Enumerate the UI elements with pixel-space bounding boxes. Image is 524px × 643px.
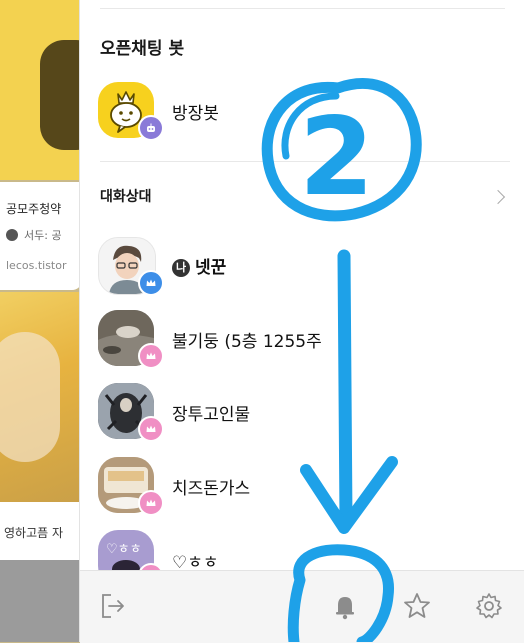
chevron-right-icon (490, 189, 506, 205)
bot-badge-icon (138, 115, 164, 141)
subhost-crown-icon (138, 343, 164, 369)
member-name: 장투고인물 (172, 405, 251, 425)
subhost-crown-icon (138, 490, 164, 516)
author-avatar (6, 229, 18, 241)
star-icon[interactable] (402, 591, 432, 621)
drawer-toolbar (80, 570, 524, 643)
card-url: lecos.tistor (6, 259, 67, 272)
host-crown-icon (138, 270, 164, 296)
card-title: 공모주청약 (6, 202, 62, 216)
exit-icon[interactable] (98, 591, 128, 621)
subhost-crown-icon (138, 416, 164, 442)
member-name: 치즈돈가스 (172, 479, 251, 499)
chatroom-drawer: 오픈채팅 봇 방장봇 대화상대 나 넷꾼 불기둥 (5층 1255주 장투고인물… (79, 0, 524, 643)
settings-icon[interactable] (474, 591, 504, 621)
bell-icon[interactable] (330, 591, 360, 621)
member-name: 불기둥 (5층 1255주 (172, 332, 322, 352)
card-author: 서두: 공 (24, 229, 62, 242)
background-image (0, 0, 100, 180)
bot-name: 방장봇 (172, 104, 219, 124)
link-preview-card[interactable]: 공모주청약 서두: 공 lecos.tistor (0, 182, 82, 290)
me-tag: 나 (172, 259, 190, 277)
divider (100, 8, 505, 9)
background-footer (0, 560, 82, 642)
member-name: 넷꾼 (195, 258, 227, 278)
photo-caption: 영하고픔 자 (0, 502, 82, 560)
openchat-bot-title: 오픈채팅 봇 (100, 39, 185, 59)
partners-title: 대화상대 (100, 189, 152, 205)
background-photo (0, 292, 82, 502)
divider (100, 161, 510, 162)
